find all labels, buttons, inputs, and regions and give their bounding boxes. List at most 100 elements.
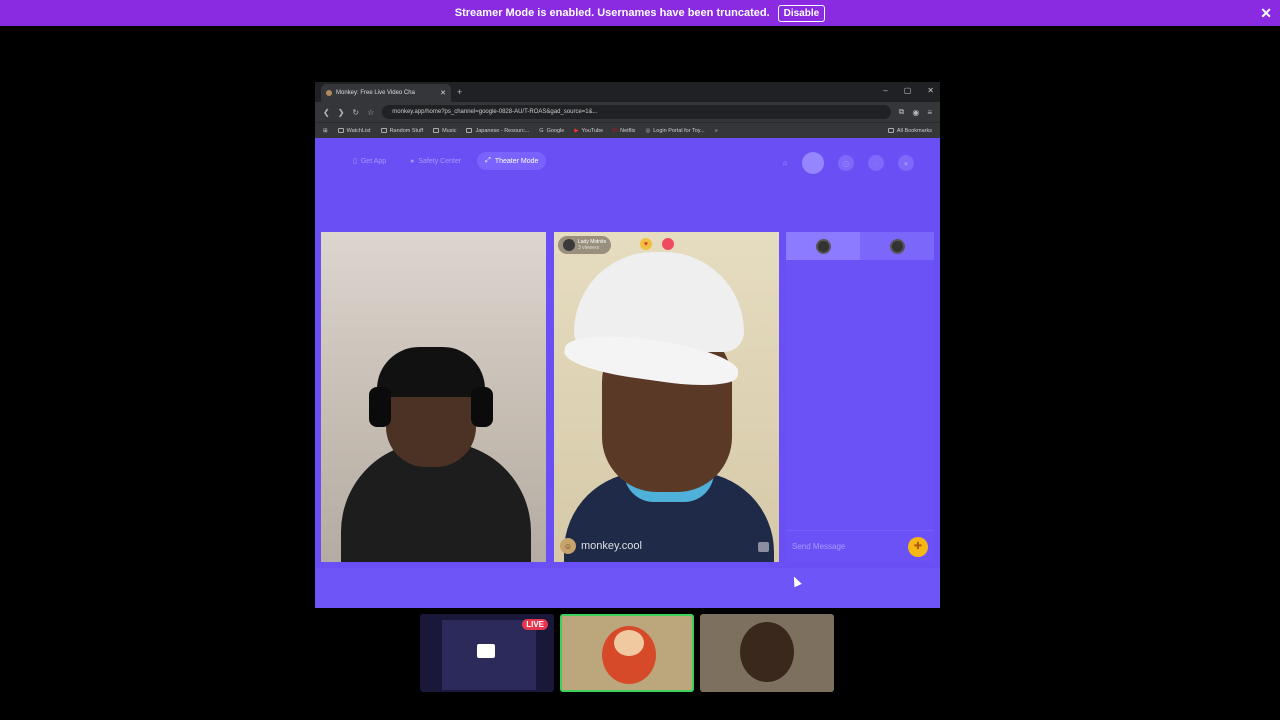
chat-user-avatar — [815, 238, 831, 254]
heart-icon[interactable]: ♥ — [640, 238, 652, 250]
local-video-feed — [321, 232, 546, 562]
tab-title: Monkey: Free Live Video Cha — [336, 90, 415, 96]
bookmark-japanese[interactable]: Japanese - Resourc... — [466, 128, 529, 134]
nav-label: Theater Mode — [494, 157, 539, 165]
phone-icon: ▯ — [353, 158, 357, 165]
netflix-icon: N — [613, 127, 618, 134]
bookmark-label: YouTube — [581, 127, 604, 134]
folder-icon — [337, 128, 344, 133]
google-icon: G — [539, 127, 544, 134]
chat-tab-1[interactable] — [786, 232, 860, 260]
chat-tabs — [786, 232, 934, 260]
close-icon[interactable]: ✕ — [1260, 5, 1272, 22]
live-badge: LIVE — [522, 619, 548, 630]
bookmark-music[interactable]: Music — [433, 128, 456, 134]
favicon-icon — [326, 90, 332, 96]
theater-icon: ⤢ — [485, 157, 491, 164]
browser-tab[interactable]: Monkey: Free Live Video Cha ✕ — [321, 84, 451, 102]
page-footer — [315, 568, 940, 608]
bookmark-label: Google — [546, 127, 565, 134]
browser-titlebar: Monkey: Free Live Video Cha ✕ + – ▢ ✕ — [315, 82, 940, 102]
forward-icon[interactable]: ❯ — [338, 108, 345, 117]
minimize-icon[interactable]: – — [883, 86, 887, 95]
bookmark-label: Netflix — [620, 127, 636, 134]
bookmark-watchlist[interactable]: WatchList — [337, 128, 371, 134]
all-bookmarks[interactable]: All Bookmarks — [887, 127, 932, 134]
nav-safety-center[interactable]: ● Safety Center — [402, 152, 469, 170]
remote-user-sublabel: 3 viewers — [578, 245, 600, 251]
maximize-icon[interactable]: ▢ — [904, 86, 912, 95]
folder-icon — [887, 128, 894, 133]
bookmark-google[interactable]: G Google — [539, 128, 564, 134]
menu-icon[interactable]: ≡ — [927, 108, 932, 117]
chat-input[interactable]: Send Message ✚ — [786, 530, 934, 562]
profile-icon[interactable]: ◉ — [912, 108, 919, 117]
youtube-icon: ▶ — [574, 127, 579, 134]
bookmark-label: Japanese - Resourc... — [475, 127, 530, 134]
thumbnail-cartoon-avatar[interactable] — [560, 614, 694, 692]
camera-icon[interactable] — [758, 542, 769, 552]
bookmarks-bar: ⊞ WatchList Random Stuff Music Japanese … — [315, 122, 940, 138]
header-icons: ⌕ ◷ ◌ ● — [782, 152, 914, 174]
thumbnail-screen-share[interactable]: LIVE — [420, 614, 554, 692]
reload-icon[interactable]: ↻ — [352, 108, 359, 117]
chat-panel: Send Message ✚ — [786, 232, 934, 562]
folder-icon — [466, 128, 473, 133]
back-icon[interactable]: ❮ — [323, 108, 330, 117]
profile-icon[interactable]: ● — [898, 155, 914, 171]
banner-message: Streamer Mode is enabled. Usernames have… — [454, 7, 770, 19]
headphone-left — [369, 387, 391, 427]
address-bar[interactable]: monkey.app/home?ps_channel=google-0828-A… — [382, 105, 891, 119]
nav-label: Safety Center — [418, 157, 462, 165]
bookmark-label: All Bookmarks — [896, 127, 932, 134]
tab-close-icon[interactable]: ✕ — [440, 89, 446, 97]
monkey-watermark: ☺ monkey.cool — [560, 538, 642, 554]
history-icon[interactable]: ◷ — [838, 155, 854, 171]
chat-bubble-icon[interactable]: ◌ — [868, 155, 884, 171]
thumbnail-participant[interactable] — [700, 614, 834, 692]
bookmark-label: Login Portal for Toy... — [653, 127, 705, 134]
shared-browser-window: Monkey: Free Live Video Cha ✕ + – ▢ ✕ ❮ … — [315, 82, 940, 608]
remote-user-avatar — [563, 239, 575, 251]
remote-user-info[interactable]: Lady Midnite 3 viewers — [558, 236, 612, 254]
bookmark-youtube[interactable]: ▶ YouTube — [574, 128, 603, 134]
bookmark-label: Random Stuff — [389, 127, 424, 134]
nav-label: Get App — [360, 157, 387, 165]
nav-get-app[interactable]: ▯ Get App — [345, 152, 394, 170]
window-controls: – ▢ ✕ — [883, 86, 934, 95]
new-tab-button[interactable]: + — [457, 87, 462, 97]
more-bookmarks-icon[interactable]: » — [715, 128, 718, 134]
chat-tab-2[interactable] — [860, 232, 934, 260]
page-header: ▯ Get App ● Safety Center ⤢ Theater Mode ⌕ … — [315, 138, 940, 184]
shield-icon: ● — [410, 157, 415, 165]
bookmark-star-icon[interactable]: ☆ — [367, 108, 374, 117]
bookmark-netflix[interactable]: N Netflix — [613, 128, 635, 134]
participant-avatar — [740, 622, 794, 682]
chat-placeholder: Send Message — [792, 542, 846, 551]
report-icon[interactable] — [662, 238, 674, 250]
monkey-logo-icon: ☺ — [560, 538, 576, 554]
window-close-icon[interactable]: ✕ — [927, 86, 934, 95]
participant-thumbnails: LIVE — [420, 614, 834, 692]
apps-icon[interactable]: ⊞ — [323, 128, 328, 134]
bookmark-login-portal[interactable]: ◎ Login Portal for Toy... — [645, 128, 704, 134]
folder-icon — [433, 128, 440, 133]
headphone-right — [471, 387, 493, 427]
nav-theater-mode[interactable]: ⤢ Theater Mode — [477, 152, 547, 170]
folder-icon — [380, 128, 387, 133]
video-person-headwrap — [377, 347, 485, 397]
gift-icon[interactable]: ✚ — [908, 536, 928, 557]
browser-toolbar: ❮ ❯ ↻ ☆ monkey.app/home?ps_channel=googl… — [315, 102, 940, 122]
bookmark-label: Music — [442, 127, 457, 134]
globe-icon: ◎ — [645, 127, 651, 134]
search-icon[interactable]: ⌕ — [782, 158, 788, 169]
extensions-icon[interactable]: ⧉ — [899, 107, 905, 117]
bookmark-random-stuff[interactable]: Random Stuff — [380, 127, 424, 134]
streamer-mode-banner: Streamer Mode is enabled. Usernames have… — [0, 0, 1280, 26]
watermark-text: monkey.cool — [581, 540, 642, 552]
cartoon-avatar — [602, 626, 656, 684]
disable-streamer-mode-button[interactable]: Disable — [777, 4, 826, 22]
screen-share-icon — [477, 644, 495, 658]
remote-video-feed: Lady Midnite 3 viewers ♥ ☺ monkey.cool — [554, 232, 779, 562]
avatar-icon[interactable] — [802, 152, 824, 174]
